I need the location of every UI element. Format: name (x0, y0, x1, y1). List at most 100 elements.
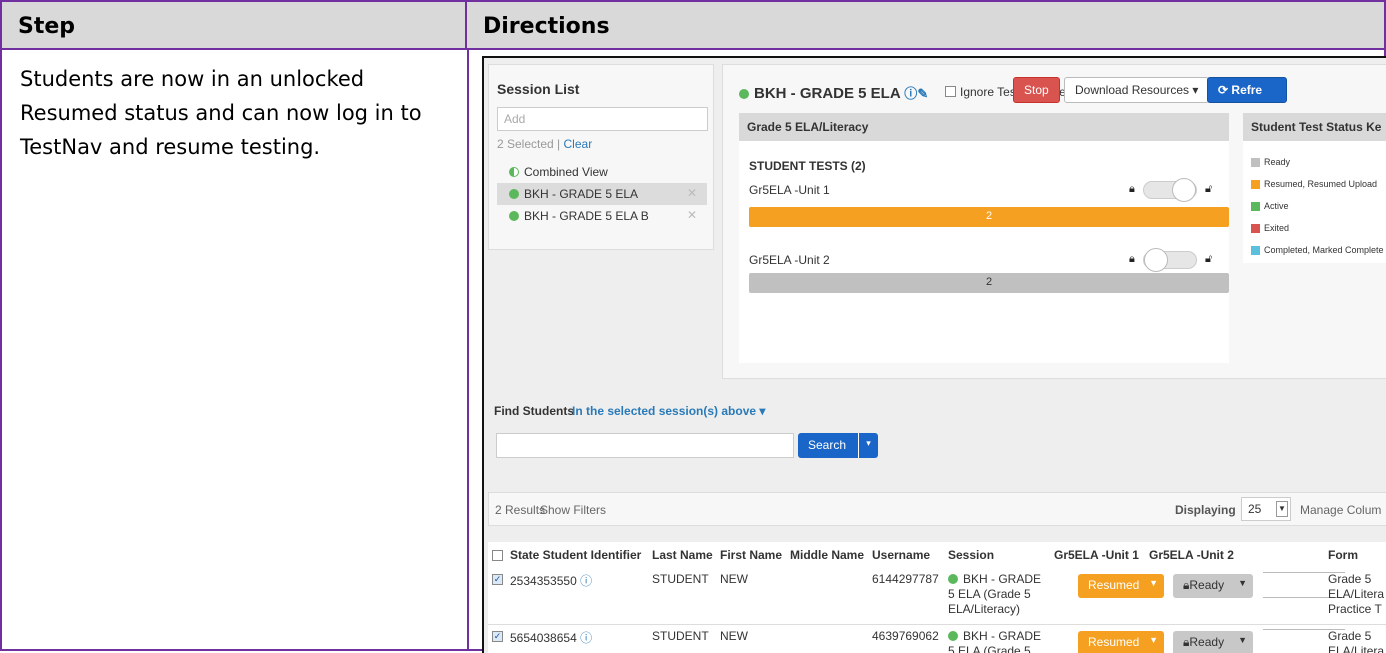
key-label: Ready (1264, 157, 1291, 167)
key-label: Completed, Marked Complete (1264, 245, 1384, 255)
directions-column-header: Directions (467, 2, 1384, 50)
session-item-label: BKH - GRADE 5 ELA (524, 187, 639, 201)
unit1-lock-toggle[interactable] (1143, 178, 1197, 202)
form-cell: Grade 5 ELA/Litera (1328, 629, 1385, 653)
swatch-icon (1251, 224, 1260, 233)
find-students-label: Find Students (494, 404, 574, 418)
session-cell-text: BKH - GRADE 5 ELA (Grade 5 (948, 629, 1042, 653)
key-item-resumed: Resumed, Resumed Upload (1251, 179, 1377, 189)
students-table: State Student Identifier Last Name First… (488, 542, 1386, 653)
first-name-cell: NEW (720, 572, 748, 586)
combined-view-icon (509, 167, 519, 177)
unlock-icon: 🔓︎ (1205, 183, 1213, 195)
select-all-checkbox[interactable] (492, 550, 503, 561)
displaying-label: Displaying (1175, 503, 1236, 517)
selected-count: 2 Selected | Clear (497, 137, 592, 151)
toggle-knob (1172, 178, 1196, 202)
directions-header-label: Directions (483, 14, 610, 39)
username-cell: 4639769062 (872, 629, 939, 643)
unit1-status-bar[interactable]: 2 (749, 207, 1229, 227)
chevron-down-icon[interactable]: ▼ (1149, 578, 1158, 588)
column-header[interactable]: Gr5ELA -Unit 2 (1149, 548, 1234, 562)
session-title-text: BKH - GRADE 5 ELA (754, 85, 901, 102)
search-options-caret[interactable]: ▾ (858, 433, 878, 458)
unit2-status-bar[interactable]: 2 (749, 273, 1229, 293)
refresh-button[interactable]: ⟳ Refre (1207, 77, 1287, 103)
column-header[interactable]: First Name (720, 548, 782, 562)
page-size-value: 25 (1248, 502, 1262, 516)
unit1-status-label: Resumed (1088, 578, 1140, 592)
refresh-icon: ⟳ (1218, 83, 1229, 97)
first-name-cell: NEW (720, 629, 748, 643)
column-header[interactable]: Session (948, 548, 994, 562)
column-header[interactable]: Gr5ELA -Unit 1 (1054, 548, 1139, 562)
info-icon[interactable]: ⓘ (580, 574, 592, 588)
column-header[interactable]: Username (872, 548, 930, 562)
lock-icon: 🔒︎ (1129, 253, 1135, 265)
table-row[interactable]: ✓ 5654038654 ⓘ STUDENT NEW 4639769062 BK… (488, 624, 1386, 653)
search-scope-dropdown[interactable]: In the selected session(s) above ▾ (572, 404, 765, 418)
selected-count-label: 2 Selected | (497, 137, 561, 151)
instruction-table: Step Directions Students are now in an u… (0, 0, 1386, 653)
page-size-select[interactable]: 25 ▼ (1241, 497, 1291, 521)
search-button[interactable]: Search ▾ (798, 433, 878, 458)
dropdown-arrow-icon[interactable]: ▼ (1276, 501, 1288, 517)
step-header-label: Step (18, 14, 76, 39)
unit1-status-button[interactable]: Resumed ▼ (1078, 631, 1164, 653)
checkbox-icon[interactable] (945, 86, 956, 97)
swatch-icon (1251, 180, 1260, 189)
username-cell: 6144297787 (872, 572, 939, 586)
swatch-icon (1251, 158, 1260, 167)
row-checkbox[interactable]: ✓ (492, 631, 503, 642)
key-label: Exited (1264, 223, 1290, 233)
unit2-lock-toggle[interactable] (1143, 248, 1197, 272)
grade-card: Grade 5 ELA/Literacy STUDENT TESTS (2) G… (739, 113, 1229, 363)
manage-columns-link[interactable]: Manage Colum (1300, 503, 1381, 517)
unit2-status-label: Ready (1189, 578, 1225, 592)
column-header[interactable]: Last Name (652, 548, 713, 562)
column-header[interactable]: State Student Identifier (510, 548, 641, 562)
key-item-exited: Exited (1251, 223, 1289, 233)
clear-link[interactable]: Clear (564, 137, 593, 151)
remove-session-icon[interactable]: ✕ (687, 186, 697, 200)
download-resources-button[interactable]: Download Resources ▾ (1064, 77, 1210, 103)
session-item-label: BKH - GRADE 5 ELA B (524, 209, 649, 223)
step-description: Students are now in an unlocked Resumed … (20, 67, 422, 159)
chevron-down-icon[interactable]: ▼ (1149, 635, 1158, 645)
table-row[interactable]: ✓ 2534353550 ⓘ STUDENT NEW 6144297787 BK… (488, 568, 1386, 624)
student-id-cell: 5654038654 ⓘ (510, 629, 592, 646)
column-header[interactable]: Middle Name (790, 548, 864, 562)
session-details-panel: BKH - GRADE 5 ELA ⓘ✎ Ignore Testing Sche… (722, 64, 1386, 379)
session-item-grade5-ela-b[interactable]: BKH - GRADE 5 ELA B ✕ (497, 205, 707, 227)
student-id-cell: 2534353550 ⓘ (510, 572, 592, 589)
info-icon[interactable]: ⓘ (904, 86, 917, 101)
chevron-down-icon[interactable]: ▼ (1238, 635, 1247, 645)
chevron-down-icon[interactable]: ▼ (1238, 578, 1247, 588)
session-item-combined-view[interactable]: Combined View (497, 161, 707, 183)
show-filters-link[interactable]: Show Filters (540, 503, 606, 517)
session-title: BKH - GRADE 5 ELA ⓘ✎ (739, 83, 928, 102)
add-session-input[interactable]: Add (497, 107, 708, 131)
edit-pencil-icon[interactable]: ✎ (917, 86, 928, 101)
key-item-completed: Completed, Marked Complete (1251, 245, 1384, 255)
stop-button[interactable]: Stop (1013, 77, 1060, 103)
status-dot-icon (739, 89, 749, 99)
key-item-active: Active (1251, 201, 1289, 211)
unit2-status-button[interactable]: 🔒︎Ready ▼ (1173, 574, 1253, 598)
row-checkbox[interactable]: ✓ (492, 574, 503, 585)
refresh-label: Refre (1231, 83, 1263, 97)
status-key-card: Student Test Status Ke Ready Resumed, Re… (1243, 113, 1386, 263)
column-header[interactable]: Form (1328, 548, 1358, 562)
step-column-header: Step (2, 2, 467, 50)
session-item-label: Combined View (524, 165, 608, 179)
session-list-panel: Session List Add 2 Selected | Clear Comb… (488, 64, 714, 250)
unit2-status-button[interactable]: 🔒︎Ready ▼ (1173, 631, 1253, 653)
session-cell-text: BKH - GRADE 5 ELA (Grade 5 ELA/Literacy) (948, 572, 1042, 616)
unit1-status-button[interactable]: Resumed ▼ (1078, 574, 1164, 598)
key-label: Resumed, Resumed Upload (1264, 179, 1378, 189)
info-icon[interactable]: ⓘ (580, 631, 592, 645)
status-key-title: Student Test Status Ke (1243, 113, 1386, 141)
student-search-input[interactable] (496, 433, 794, 458)
remove-session-icon[interactable]: ✕ (687, 208, 697, 222)
session-item-grade5-ela[interactable]: BKH - GRADE 5 ELA ✕ (497, 183, 707, 205)
